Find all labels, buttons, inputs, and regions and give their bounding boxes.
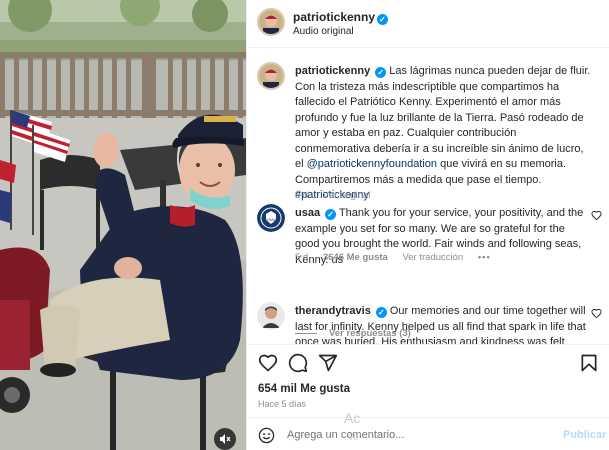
publish-button[interactable]: Publicar bbox=[563, 429, 606, 441]
caption-see-original[interactable]: Ver original bbox=[323, 190, 371, 201]
comment-composer: Publicar bbox=[247, 417, 609, 450]
post-actions: 654 mil Me gusta Hace 5 días Publicar bbox=[247, 344, 609, 450]
author-username-text[interactable]: patriotickenny bbox=[293, 10, 375, 24]
comment-age[interactable]: 5 d bbox=[295, 252, 308, 263]
post-time-ago[interactable]: Hace 5 días bbox=[258, 399, 306, 409]
author-avatar[interactable] bbox=[257, 8, 285, 36]
share-icon[interactable] bbox=[318, 353, 338, 373]
audio-original-link[interactable]: Audio original bbox=[293, 26, 354, 37]
comment-see-translation[interactable]: Ver traducción bbox=[402, 252, 463, 263]
bookmark-icon[interactable] bbox=[579, 353, 599, 373]
post-photo[interactable] bbox=[0, 0, 246, 450]
smiley-face bbox=[258, 427, 275, 444]
comment-bubble bbox=[288, 353, 308, 373]
author-avatar-image bbox=[259, 10, 283, 34]
verified-badge-icon: ✓ bbox=[377, 14, 389, 25]
post-side-panel: patriotickenny ✓ Audio original patriotic… bbox=[246, 0, 609, 450]
post-photo-illustration bbox=[0, 0, 246, 450]
caption-username[interactable]: patriotickenny bbox=[295, 65, 370, 77]
comment-username[interactable]: therandytravis bbox=[295, 305, 371, 317]
caption-text: Las lágrimas nunca pueden dejar de fluir… bbox=[295, 65, 591, 170]
heart-outline-small bbox=[591, 210, 602, 221]
caption-body: patriotickenny ✓ Las lágrimas nunca puede… bbox=[295, 64, 591, 204]
comment-icon[interactable] bbox=[288, 353, 308, 373]
comment-like-heart-icon[interactable] bbox=[591, 210, 602, 224]
comment-username[interactable]: usaa bbox=[295, 207, 320, 219]
heart-outline bbox=[258, 354, 278, 372]
caption-age[interactable]: 5 d bbox=[295, 190, 308, 201]
heart-icon[interactable] bbox=[258, 353, 278, 373]
comments-list[interactable]: patriotickenny ✓ Las lágrimas nunca puede… bbox=[247, 48, 609, 344]
caption-avatar[interactable] bbox=[257, 62, 285, 90]
likes-count[interactable]: 654 mil Me gusta bbox=[258, 383, 350, 395]
caption-meta: 5 d Ver original bbox=[295, 190, 382, 201]
paper-plane bbox=[318, 354, 338, 372]
heart-outline-small bbox=[591, 308, 602, 319]
verified-badge-icon: ✓ bbox=[325, 209, 337, 220]
post-header: patriotickenny ✓ Audio original bbox=[247, 0, 609, 48]
comment-likes-count[interactable]: 3646 Me gusta bbox=[323, 252, 388, 263]
comment-like-heart-icon[interactable] bbox=[591, 308, 602, 322]
verified-badge-icon: ✓ bbox=[375, 67, 387, 78]
comment-body: therandytravis ✓ Our memories and our tim… bbox=[295, 304, 591, 344]
caption-avatar-image bbox=[259, 64, 283, 88]
comment-avatar[interactable]: USAA bbox=[257, 204, 285, 232]
verified-badge-icon: ✓ bbox=[375, 307, 387, 318]
usaa-logo-icon: USAA bbox=[257, 204, 285, 232]
more-options-icon[interactable]: ••• bbox=[478, 252, 491, 263]
comment-avatar[interactable] bbox=[257, 302, 285, 330]
speaker-muted-icon[interactable] bbox=[214, 428, 236, 450]
author-username[interactable]: patriotickenny ✓ bbox=[293, 10, 389, 25]
comment-input[interactable] bbox=[287, 424, 537, 446]
comment-meta: 5 d 3646 Me gusta Ver traducción ••• bbox=[295, 252, 503, 263]
bookmark-outline bbox=[581, 354, 597, 372]
speaker-muted-glyph bbox=[220, 434, 231, 444]
svg-text:USAA: USAA bbox=[266, 217, 277, 222]
emoji-icon[interactable] bbox=[258, 427, 275, 444]
randy-avatar-image bbox=[257, 302, 285, 330]
caption-mention-link[interactable]: @patriotickennyfoundation bbox=[307, 158, 437, 170]
